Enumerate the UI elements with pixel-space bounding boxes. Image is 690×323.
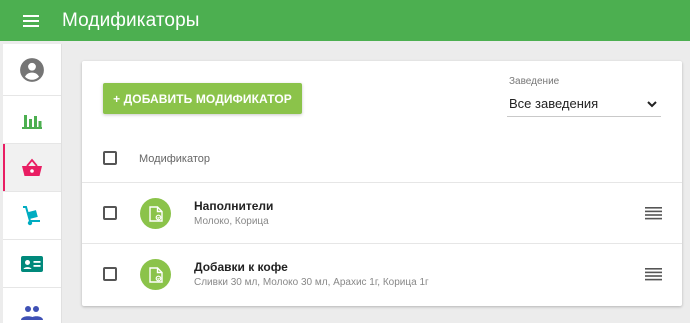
basket-icon	[22, 158, 42, 176]
modifiers-card: + ДОБАВИТЬ МОДИФИКАТОР Заведение Все зав…	[82, 61, 682, 306]
row-subtitle: Молоко, Корица	[194, 216, 269, 227]
drag-handle-icon[interactable]	[645, 267, 662, 281]
row-subtitle: Сливки 30 мл, Молоко 30 мл, Арахис 1г, К…	[194, 277, 429, 288]
people-icon	[21, 305, 43, 320]
column-header-modifier: Модификатор	[139, 153, 211, 165]
venue-label: Заведение	[509, 76, 560, 87]
table-header: Модификатор	[82, 138, 682, 183]
sidebar-item-users[interactable]	[3, 288, 61, 323]
sidebar-item-menu[interactable]	[3, 144, 61, 192]
add-modifier-button[interactable]: + ДОБАВИТЬ МОДИФИКАТОР	[103, 83, 302, 114]
app-bar: Модификаторы	[0, 0, 690, 41]
id-card-icon	[21, 255, 43, 272]
sidebar-item-cards[interactable]	[3, 240, 61, 288]
sidebar-item-statistics[interactable]	[3, 96, 61, 144]
page-title: Модификаторы	[62, 9, 200, 31]
row-checkbox[interactable]	[103, 206, 117, 220]
venue-select-value: Все заведения	[509, 96, 599, 111]
account-circle-icon	[20, 57, 44, 82]
row-title: Добавки к кофе	[194, 260, 288, 274]
row-checkbox[interactable]	[103, 267, 117, 281]
bar-chart-icon	[22, 114, 42, 129]
sidebar-item-delivery[interactable]	[3, 192, 61, 240]
row-title: Наполнители	[194, 199, 274, 213]
hamburger-menu-icon[interactable]	[19, 9, 43, 33]
sidebar	[3, 44, 62, 323]
drag-handle-icon[interactable]	[645, 206, 662, 220]
document-icon	[140, 259, 171, 290]
venue-select[interactable]: Все заведения	[507, 91, 661, 117]
document-icon	[140, 198, 171, 229]
sidebar-item-account[interactable]	[3, 44, 61, 96]
hand-truck-icon	[23, 205, 40, 225]
table-row[interactable]: Добавки к кофе Сливки 30 мл, Молоко 30 м…	[82, 244, 682, 305]
select-all-checkbox[interactable]	[103, 151, 117, 165]
chevron-down-icon	[647, 100, 657, 107]
table-row[interactable]: Наполнители Молоко, Корица	[82, 183, 682, 244]
